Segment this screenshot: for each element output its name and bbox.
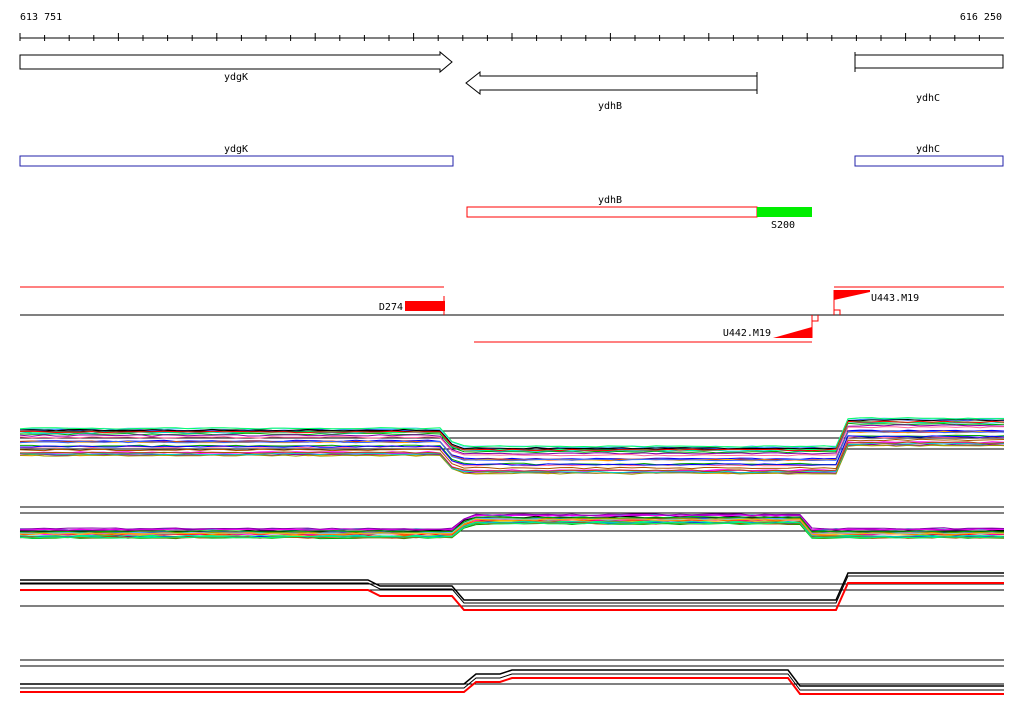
annotation-box-ydhC[interactable] [854, 155, 1004, 167]
feature-d274[interactable] [405, 301, 445, 311]
feature-label-u442: U443.M19 [871, 293, 919, 304]
summary-track-3 [20, 572, 1004, 611]
gene-box-ydhC[interactable] [854, 54, 1004, 69]
ruler-end-label: 616 250 [959, 12, 1002, 23]
annotation-track: ydgK ydhC [19, 144, 1004, 167]
annotation-box-ydhB[interactable] [466, 206, 758, 218]
annotation-label-ydgK: ydgK [224, 144, 248, 155]
ruler-ticks [19, 33, 980, 41]
feature-u442[interactable] [773, 327, 812, 338]
tracks-canvas: ydgK ydhB ydhC ydgK ydhC ydhB S200 D274 … [19, 33, 1005, 695]
annotation-box-ydgK[interactable] [19, 155, 454, 167]
expression-track-1 [19, 417, 1005, 475]
feature-label-s200: S200 [771, 220, 795, 231]
gene-arrow-ydgK[interactable] [19, 50, 453, 74]
feature-u443[interactable] [834, 290, 870, 300]
ruler-start-label: 613 751 [20, 12, 63, 23]
summary-track-4 [20, 659, 1004, 695]
feature-track: D274 U442.M19 U443.M19 [20, 286, 1004, 343]
gene-track: ydgK ydhB ydhC [19, 50, 1004, 112]
feature-label-u443: U442.M19 [723, 328, 771, 339]
expression-track-2 [19, 506, 1005, 540]
coordinate-ruler [19, 33, 1004, 41]
gene-label-ydhC: ydhC [916, 93, 940, 104]
annotation-label-ydhC: ydhC [916, 144, 940, 155]
annotation-label-ydhB: ydhB [598, 195, 622, 206]
gene-label-ydhB: ydhB [598, 101, 622, 112]
gene-arrow-ydhB[interactable] [465, 70, 758, 96]
transcript-track: ydhB S200 [466, 195, 812, 231]
gene-label-ydgK: ydgK [224, 72, 248, 83]
genome-browser-view: 613 751 616 250 ydgK ydhB ydhC ydgK ydhC [0, 0, 1024, 714]
feature-s200[interactable] [757, 207, 812, 217]
feature-label-d274: D274 [379, 302, 403, 313]
